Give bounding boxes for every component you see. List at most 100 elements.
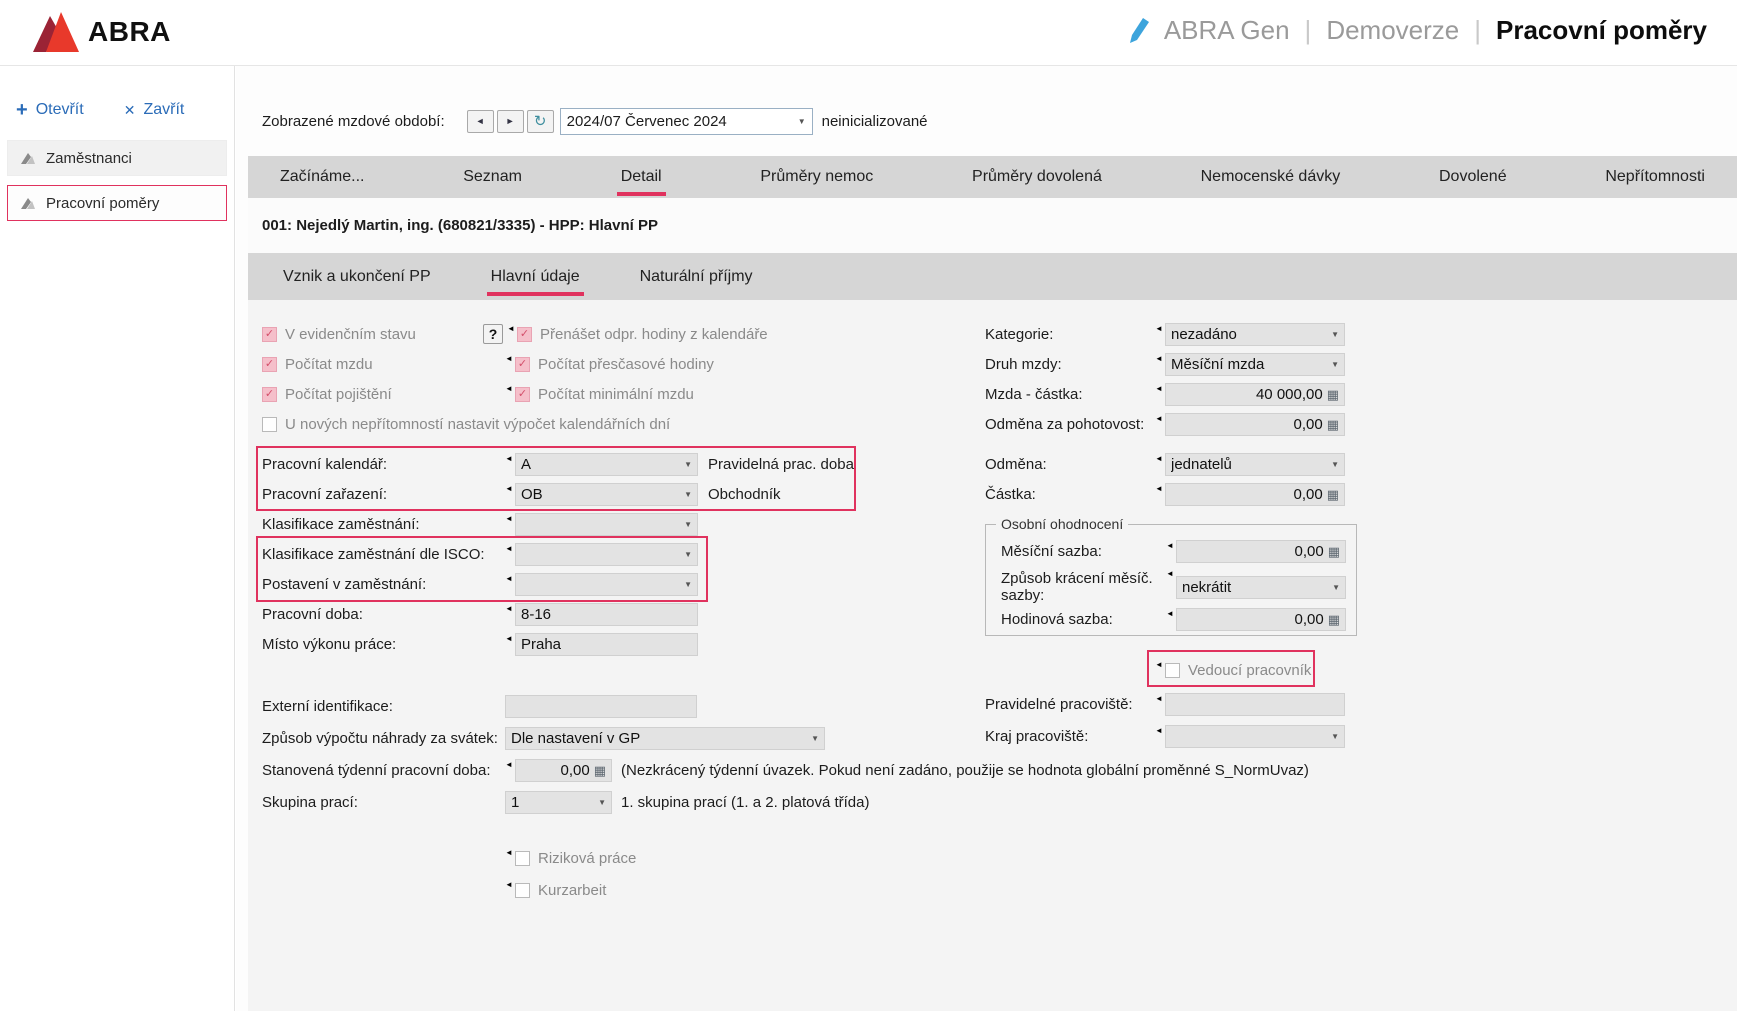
zpusob-vypoctu-svatek-select[interactable]: Dle nastavení v GP ▼ (505, 727, 825, 750)
field-source-icon[interactable]: ◄ (505, 635, 515, 643)
field-source-icon[interactable]: ◄ (1166, 610, 1176, 618)
tab-prumery-nemoc[interactable]: Průměry nemoc (758, 166, 875, 188)
field-source-icon[interactable]: ◄ (1155, 661, 1165, 669)
hodinova-sazba-input[interactable]: 0,00 ▦ (1176, 608, 1346, 631)
tab-detail[interactable]: Detail (619, 166, 664, 188)
field-source-icon[interactable]: ◄ (505, 605, 515, 613)
calculator-icon[interactable]: ▦ (1328, 613, 1340, 626)
u-novych-nepritomnosti-checkbox[interactable] (262, 417, 277, 432)
field-source-icon[interactable]: ◄ (505, 849, 515, 857)
record-title: 001: Nejedlý Martin, ing. (680821/3335) … (262, 217, 658, 234)
field-source-icon[interactable]: ◄ (1155, 485, 1165, 493)
tab-seznam[interactable]: Seznam (461, 166, 524, 188)
kraj-pracoviste-select[interactable]: ▼ (1165, 725, 1345, 748)
stanovena-tydenni-doba-input[interactable]: 0,00 ▦ (515, 759, 612, 782)
field-source-icon[interactable]: ◄ (1155, 415, 1165, 423)
mzda-castka-input[interactable]: 40 000,00 ▦ (1165, 383, 1345, 406)
open-button[interactable]: + Otevřít (16, 100, 84, 120)
tab-zaciname[interactable]: Začínáme... (278, 166, 366, 188)
mesicni-sazba-input[interactable]: 0,00 ▦ (1176, 540, 1346, 563)
tab-dovolene[interactable]: Dovolené (1437, 166, 1509, 188)
pocitat-mzdu-checkbox[interactable]: ✓ (262, 357, 277, 372)
field-source-icon[interactable]: ◄ (507, 325, 517, 333)
externi-identifikace-input[interactable] (505, 695, 697, 718)
osobni-ohodnoceni-group: Osobní ohodnocení Měsíční sazba: ◄ 0,00 … (985, 524, 1357, 636)
field-source-icon[interactable]: ◄ (505, 385, 515, 393)
kurzarbeit-checkbox[interactable] (515, 883, 530, 898)
pracovni-zarazeni-select[interactable]: OB ▼ (515, 483, 698, 506)
field-source-icon[interactable]: ◄ (505, 455, 515, 463)
calculator-icon[interactable]: ▦ (594, 764, 606, 777)
field-source-icon[interactable]: ◄ (1155, 355, 1165, 363)
skupina-praci-select[interactable]: 1 ▼ (505, 791, 612, 814)
field-source-icon[interactable]: ◄ (505, 485, 515, 493)
tab-prumery-dovolena[interactable]: Průměry dovolená (970, 166, 1104, 188)
period-select[interactable]: 2024/07 Červenec 2024 ▼ (560, 108, 813, 135)
calculator-icon[interactable]: ▦ (1327, 388, 1339, 401)
vedouci-pracovnik-checkbox[interactable] (1165, 663, 1180, 678)
odmena-za-pohotovost-input[interactable]: 0,00 ▦ (1165, 413, 1345, 436)
field-source-icon[interactable]: ◄ (505, 515, 515, 523)
field-label: Pracovní doba: (262, 606, 505, 623)
pravidelne-pracoviste-input[interactable] (1165, 693, 1345, 716)
help-button[interactable]: ? (483, 324, 503, 344)
mesicni-sazba-row: Měsíční sazba: ◄ 0,00 ▦ (1001, 539, 1346, 563)
field-label: Druh mzdy: (985, 356, 1155, 373)
prenaset-odpr-hodiny-checkbox[interactable]: ✓ (517, 327, 532, 342)
field-source-icon[interactable]: ◄ (1155, 727, 1165, 735)
checkbox-label: Počítat přesčasové hodiny (538, 356, 714, 373)
sidebar-item-zamestnanci[interactable]: Zaměstnanci (7, 140, 227, 176)
field-value: 0,00 (1171, 486, 1323, 503)
field-source-icon[interactable]: ◄ (1166, 570, 1176, 578)
subtab-vznik-a-ukonceni[interactable]: Vznik a ukončení PP (281, 266, 433, 288)
calculator-icon[interactable]: ▦ (1327, 418, 1339, 431)
field-label: Místo výkonu práce: (262, 636, 505, 653)
field-source-icon[interactable]: ◄ (505, 881, 515, 889)
checkbox-label: Riziková práce (538, 850, 636, 867)
prev-period-button[interactable]: ◄ (467, 110, 494, 133)
field-source-icon[interactable]: ◄ (505, 761, 515, 769)
field-source-icon[interactable]: ◄ (1155, 455, 1165, 463)
odmena-select[interactable]: jednatelů ▼ (1165, 453, 1345, 476)
pocitat-pojisteni-checkbox[interactable]: ✓ (262, 387, 277, 402)
rizikova-prace-checkbox[interactable] (515, 851, 530, 866)
field-source-icon[interactable]: ◄ (505, 355, 515, 363)
kategorie-select[interactable]: nezadáno ▼ (1165, 323, 1345, 346)
tab-nemocenske-davky[interactable]: Nemocenské dávky (1199, 166, 1343, 188)
sidebar: + Otevřít ✕ Zavřít Zaměstnanci Pracovní … (0, 66, 235, 1011)
field-source-icon[interactable]: ◄ (1155, 695, 1165, 703)
postaveni-v-zamestnani-select[interactable]: ▼ (515, 573, 698, 596)
pocitat-prescasove-hodiny-checkbox[interactable]: ✓ (515, 357, 530, 372)
field-label: Odměna za pohotovost: (985, 416, 1155, 433)
field-value: jednatelů (1171, 456, 1326, 473)
pracovni-doba-input[interactable]: 8-16 (515, 603, 698, 626)
sidebar-item-pracovni-pomery[interactable]: Pracovní poměry (7, 185, 227, 221)
v-evidencnim-stavu-checkbox[interactable]: ✓ (262, 327, 277, 342)
pocitat-minimalni-mzdu-checkbox[interactable]: ✓ (515, 387, 530, 402)
klasifikace-isco-select[interactable]: ▼ (515, 543, 698, 566)
check-icon: ✓ (265, 389, 274, 400)
calculator-icon[interactable]: ▦ (1327, 488, 1339, 501)
subtab-naturalni-prijmy[interactable]: Naturální příjmy (638, 266, 755, 288)
field-label: Postavení v zaměstnání: (262, 576, 505, 593)
field-value: 40 000,00 (1171, 386, 1323, 403)
field-source-icon[interactable]: ◄ (505, 545, 515, 553)
module-title: Pracovní poměry (1496, 15, 1707, 46)
misto-vykonu-input[interactable]: Praha (515, 633, 698, 656)
skupina-praci-row: Skupina prací: 1 ▼ 1. skupina prací (1. … (262, 790, 869, 814)
klasifikace-zamestnani-select[interactable]: ▼ (515, 513, 698, 536)
next-period-button[interactable]: ► (497, 110, 524, 133)
castka-input[interactable]: 0,00 ▦ (1165, 483, 1345, 506)
field-source-icon[interactable]: ◄ (505, 575, 515, 583)
field-source-icon[interactable]: ◄ (1155, 325, 1165, 333)
subtab-hlavni-udaje[interactable]: Hlavní údaje (489, 266, 582, 288)
refresh-button[interactable]: ↻ (527, 110, 554, 133)
druh-mzdy-select[interactable]: Měsíční mzda ▼ (1165, 353, 1345, 376)
calculator-icon[interactable]: ▦ (1328, 545, 1340, 558)
close-button[interactable]: ✕ Zavřít (124, 100, 185, 120)
zpusob-kraceni-select[interactable]: nekrátit ▼ (1176, 576, 1346, 599)
pracovni-kalendar-select[interactable]: A ▼ (515, 453, 698, 476)
tab-nepritomnosti[interactable]: Nepřítomnosti (1603, 166, 1707, 188)
field-source-icon[interactable]: ◄ (1155, 385, 1165, 393)
field-source-icon[interactable]: ◄ (1166, 542, 1176, 550)
